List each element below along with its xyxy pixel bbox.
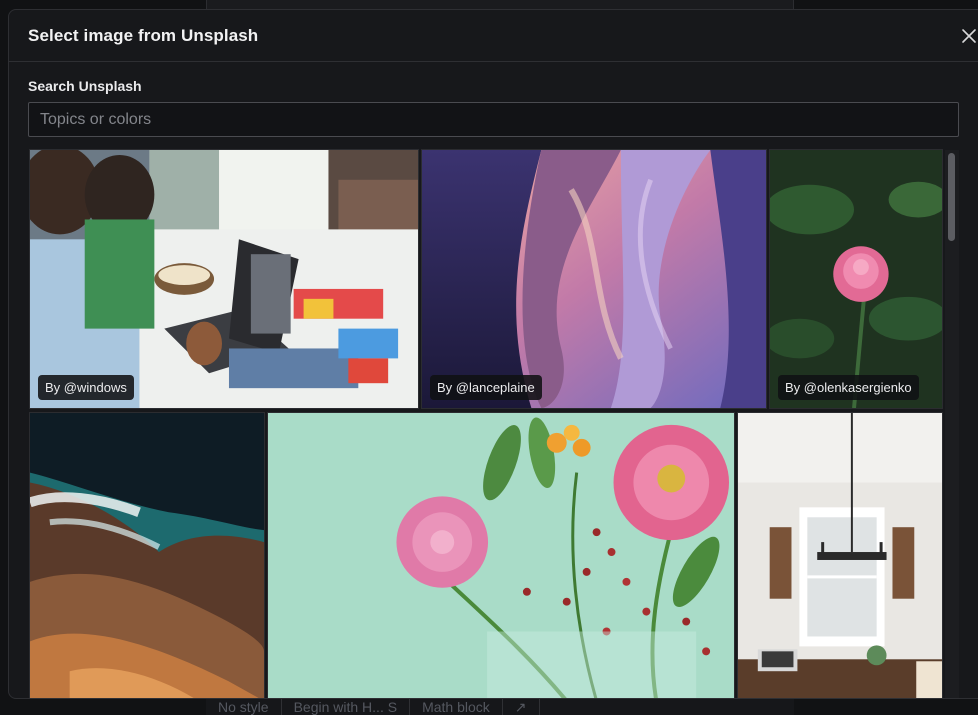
- background-toolbar: No style Begin with H... S Math block ↗: [206, 698, 794, 715]
- photographer-credit: By @windows: [38, 375, 134, 400]
- background-toolbar-item: ↗: [503, 699, 540, 715]
- modal-body: Search Unsplash: [9, 62, 978, 137]
- background-toolbar-item: Math block: [410, 699, 503, 715]
- image-tile[interactable]: By @windows: [29, 149, 419, 409]
- modal-header: Select image from Unsplash: [9, 10, 978, 62]
- unsplash-modal: Select image from Unsplash Search Unspla…: [8, 9, 978, 699]
- image-grid[interactable]: By @windows By @lanceplaine By @olenkase…: [28, 148, 968, 698]
- background-toolbar-item: Begin with H... S: [282, 699, 411, 715]
- image-tile[interactable]: [737, 412, 943, 698]
- image-tile[interactable]: [267, 412, 735, 698]
- background-toolbar-item: No style: [206, 699, 282, 715]
- scrollbar-thumb[interactable]: [948, 153, 955, 241]
- image-tile[interactable]: [29, 412, 265, 698]
- image-gerbera-bouquet: [268, 413, 734, 698]
- image-coastline: [30, 413, 264, 698]
- photographer-credit: By @olenkasergienko: [778, 375, 919, 400]
- image-people-laptop: [30, 150, 418, 408]
- image-peony: [770, 150, 942, 408]
- image-canyon: [422, 150, 766, 408]
- close-icon: [962, 29, 976, 43]
- image-tile[interactable]: By @lanceplaine: [421, 149, 767, 409]
- image-tile[interactable]: By @olenkasergienko: [769, 149, 943, 409]
- photographer-credit: By @lanceplaine: [430, 375, 542, 400]
- modal-title: Select image from Unsplash: [28, 25, 259, 45]
- search-label: Search Unsplash: [28, 78, 142, 94]
- image-dining-room: [738, 413, 942, 698]
- search-input[interactable]: [28, 102, 959, 137]
- close-button[interactable]: [959, 26, 978, 46]
